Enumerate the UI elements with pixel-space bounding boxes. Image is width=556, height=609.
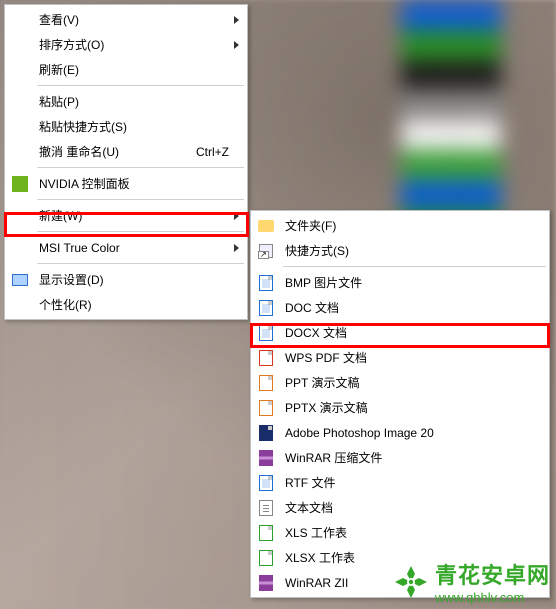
primary_menu-separator	[37, 85, 244, 86]
primary_menu-item[interactable]: 刷新(E)	[7, 57, 245, 82]
sub_menu-item[interactable]: 快捷方式(S)	[253, 238, 547, 263]
primary_menu-item[interactable]: MSI True Color	[7, 235, 245, 260]
primary_menu-item[interactable]: NVIDIA 控制面板	[7, 171, 245, 196]
file-icon	[257, 524, 275, 542]
watermark-title: 青花安卓网	[435, 563, 550, 588]
menu-item-label: 粘贴快捷方式(S)	[39, 118, 241, 135]
sub_menu-item[interactable]: WPS PDF 文档	[253, 345, 547, 370]
blank-icon	[11, 36, 29, 54]
menu-item-label: 新建(W)	[39, 207, 234, 224]
watermark: 青花安卓网 www.qhhlv.com	[393, 558, 550, 605]
watermark-url: www.qhhlv.com	[435, 590, 550, 605]
primary_menu-separator	[37, 263, 244, 264]
menu-item-label: WinRAR 压缩文件	[285, 449, 543, 466]
menu-item-label: BMP 图片文件	[285, 274, 543, 291]
blank-icon	[11, 61, 29, 79]
primary_menu-separator	[37, 167, 244, 168]
sub_menu-item[interactable]: Adobe Photoshop Image 20	[253, 420, 547, 445]
menu-item-label: RTF 文件	[285, 474, 543, 491]
menu-item-label: DOCX 文档	[285, 324, 543, 341]
archive-icon	[257, 449, 275, 467]
file-icon	[257, 399, 275, 417]
archive-icon	[257, 574, 275, 592]
menu-item-label: 粘贴(P)	[39, 93, 241, 110]
menu-item-label: WPS PDF 文档	[285, 349, 543, 366]
menu-item-label: 快捷方式(S)	[285, 242, 543, 259]
display-icon	[11, 271, 29, 289]
sub_menu-separator	[283, 266, 546, 267]
menu-item-label: 文本文档	[285, 499, 543, 516]
primary_menu-item[interactable]: 粘贴(P)	[7, 89, 245, 114]
watermark-logo-icon	[393, 564, 429, 600]
menu-item-label: DOC 文档	[285, 299, 543, 316]
menu-item-label: 撤消 重命名(U)	[39, 143, 188, 160]
menu-item-label: 排序方式(O)	[39, 36, 234, 53]
file-icon	[257, 424, 275, 442]
primary_menu-item[interactable]: 显示设置(D)	[7, 267, 245, 292]
menu-item-label: 查看(V)	[39, 11, 234, 28]
blank-icon	[11, 143, 29, 161]
primary_menu-item[interactable]: 撤消 重命名(U) Ctrl+Z	[7, 139, 245, 164]
menu-item-label: 显示设置(D)	[39, 271, 241, 288]
menu-item-shortcut: Ctrl+Z	[196, 145, 229, 159]
submenu-arrow-icon	[234, 212, 239, 220]
blank-icon	[11, 118, 29, 136]
menu-item-label: XLS 工作表	[285, 524, 543, 541]
context-menu-primary: 查看(V) 排序方式(O) 刷新(E) 粘贴(P) 粘贴快捷方式(S) 撤消 重命名(U)…	[4, 4, 248, 320]
blank-icon	[11, 93, 29, 111]
sub_menu-item[interactable]: WinRAR 压缩文件	[253, 445, 547, 470]
sub_menu-item[interactable]: DOCX 文档	[253, 320, 547, 345]
blank-icon	[11, 296, 29, 314]
menu-item-label: Adobe Photoshop Image 20	[285, 426, 543, 440]
submenu-arrow-icon	[234, 16, 239, 24]
sub_menu-item[interactable]: PPT 演示文稿	[253, 370, 547, 395]
primary_menu-item[interactable]: 新建(W)	[7, 203, 245, 228]
file-icon	[257, 324, 275, 342]
folder-icon	[257, 217, 275, 235]
primary_menu-item[interactable]: 个性化(R)	[7, 292, 245, 317]
file-icon	[257, 374, 275, 392]
submenu-arrow-icon	[234, 244, 239, 252]
blank-icon	[11, 239, 29, 257]
menu-item-label: PPT 演示文稿	[285, 374, 543, 391]
sub_menu-item[interactable]: DOC 文档	[253, 295, 547, 320]
menu-item-label: 个性化(R)	[39, 296, 241, 313]
nvidia-icon	[11, 175, 29, 193]
sub_menu-item[interactable]: XLS 工作表	[253, 520, 547, 545]
file-icon	[257, 549, 275, 567]
primary_menu-item[interactable]: 粘贴快捷方式(S)	[7, 114, 245, 139]
menu-item-label: PPTX 演示文稿	[285, 399, 543, 416]
text-file-icon	[257, 499, 275, 517]
primary_menu-separator	[37, 231, 244, 232]
file-icon	[257, 349, 275, 367]
file-icon	[257, 274, 275, 292]
blank-icon	[11, 11, 29, 29]
context-menu-new-submenu: 文件夹(F) 快捷方式(S) BMP 图片文件 DOC 文档 DOCX 文档 WPS PD…	[250, 210, 550, 598]
sub_menu-item[interactable]: 文本文档	[253, 495, 547, 520]
file-icon	[257, 299, 275, 317]
menu-item-label: NVIDIA 控制面板	[39, 175, 241, 192]
shortcut-icon	[257, 242, 275, 260]
primary_menu-item[interactable]: 查看(V)	[7, 7, 245, 32]
sub_menu-item[interactable]: PPTX 演示文稿	[253, 395, 547, 420]
sub_menu-item[interactable]: 文件夹(F)	[253, 213, 547, 238]
blank-icon	[11, 207, 29, 225]
file-icon	[257, 474, 275, 492]
primary_menu-separator	[37, 199, 244, 200]
menu-item-label: 文件夹(F)	[285, 217, 543, 234]
sub_menu-item[interactable]: RTF 文件	[253, 470, 547, 495]
primary_menu-item[interactable]: 排序方式(O)	[7, 32, 245, 57]
submenu-arrow-icon	[234, 41, 239, 49]
sub_menu-item[interactable]: BMP 图片文件	[253, 270, 547, 295]
menu-item-label: MSI True Color	[39, 241, 234, 255]
menu-item-label: 刷新(E)	[39, 61, 241, 78]
